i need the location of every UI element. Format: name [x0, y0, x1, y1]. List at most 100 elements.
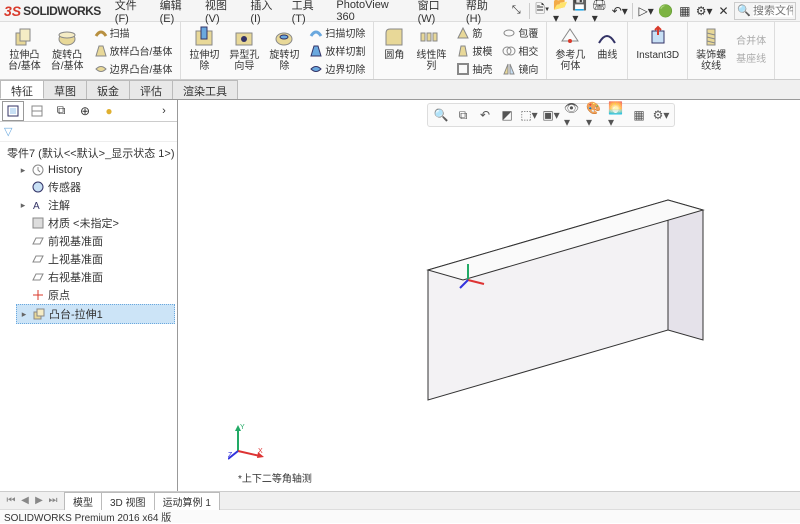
rib-icon — [456, 26, 470, 40]
expand-toggle[interactable]: ▸ — [18, 200, 28, 211]
settings-gear-icon[interactable]: ⚙▾ — [696, 2, 713, 20]
extrude-cut-button[interactable]: 拉伸切 除 — [187, 24, 221, 77]
fillet-icon — [382, 25, 406, 49]
new-doc-icon[interactable]: 🗎▾ — [534, 2, 551, 20]
rebuild-icon[interactable]: 🟢 — [657, 2, 674, 20]
curves-button[interactable]: 曲线 — [593, 24, 621, 73]
tab-evaluate[interactable]: 评估 — [129, 80, 173, 99]
fm-tab-render[interactable]: ● — [98, 101, 120, 121]
vp-section-icon[interactable]: ◩ — [498, 106, 516, 124]
fm-tab-config[interactable]: ⧉ — [50, 101, 72, 121]
fm-tab-tree[interactable] — [2, 101, 24, 121]
tab-nav-first-icon[interactable]: ⏮ — [4, 495, 18, 506]
close-icon[interactable]: ✕ — [715, 2, 732, 20]
vp-display-style-icon[interactable]: ▣▾ — [542, 106, 560, 124]
svg-text:Z: Z — [228, 452, 233, 459]
linear-pattern-icon — [419, 25, 443, 49]
vp-hide-show-icon[interactable]: 👁▾ — [564, 106, 582, 124]
svg-text:A: A — [33, 201, 40, 212]
tree-right-plane[interactable]: 右视基准面 — [16, 268, 175, 286]
tree-sensor[interactable]: 传感器 — [16, 178, 175, 196]
tab-feature[interactable]: 特征 — [0, 80, 44, 99]
tree-root-part[interactable]: 零件7 (默认<<默认>_显示状态 1>) — [2, 144, 175, 162]
search-box[interactable]: 🔍 — [734, 2, 796, 20]
btab-3dview[interactable]: 3D 视图 — [101, 492, 155, 510]
tab-nav-next-icon[interactable]: ▶ — [32, 495, 46, 506]
expand-toggle[interactable]: ▸ — [18, 165, 28, 176]
boundary-cut-button[interactable]: 边界切除 — [307, 60, 367, 77]
btab-motion[interactable]: 运动算例 1 — [154, 492, 220, 510]
vp-render-icon[interactable]: ▦ — [630, 106, 648, 124]
view-triad[interactable]: Y X Z — [228, 421, 268, 461]
tab-render[interactable]: 渲染工具 — [172, 80, 238, 99]
print-icon[interactable]: 🖨▾ — [592, 2, 609, 20]
property-tab-icon — [30, 104, 44, 118]
tab-sheetmetal[interactable]: 钣金 — [86, 80, 130, 99]
tab-nav-prev-icon[interactable]: ◀ — [18, 495, 32, 506]
revolve-boss-button[interactable]: 旋转凸 台/基体 — [49, 24, 86, 77]
draft-button[interactable]: 拔模 — [454, 42, 494, 59]
app-name: SOLIDWORKS — [23, 4, 101, 18]
combine-button: 合并体 — [734, 31, 768, 48]
vp-prev-view-icon[interactable]: ↶ — [476, 106, 494, 124]
sweep-cut-icon — [309, 26, 323, 40]
orientation-label: *上下二等角轴测 — [238, 470, 312, 485]
extrude-boss-button[interactable]: 拉伸凸 台/基体 — [6, 24, 43, 77]
linear-pattern-button[interactable]: 线性阵 列 — [414, 24, 448, 77]
tree-front-plane[interactable]: 前视基准面 — [16, 232, 175, 250]
mirror-button[interactable]: 镜向 — [500, 60, 540, 77]
tree-annotations[interactable]: ▸A注解 — [16, 196, 175, 214]
history-icon — [31, 163, 45, 177]
tree-extrude-feature[interactable]: ▸凸台-拉伸1 — [16, 304, 175, 324]
loft-cut-icon — [309, 44, 323, 58]
btab-model[interactable]: 模型 — [64, 492, 102, 510]
wrap-button[interactable]: 包覆 — [500, 24, 540, 41]
instant3d-button[interactable]: Instant3D — [634, 24, 681, 62]
tree-origin[interactable]: 原点 — [16, 286, 175, 304]
extrude-feat-icon — [32, 307, 46, 321]
save-icon[interactable]: 💾▾ — [572, 2, 589, 20]
vp-settings-icon[interactable]: ⚙▾ — [652, 106, 670, 124]
menu-photoview[interactable]: PhotoView 360 — [332, 0, 411, 25]
tree-material[interactable]: 材质 <未指定> — [16, 214, 175, 232]
hole-wizard-button[interactable]: 异型孔 向导 — [227, 24, 261, 77]
extrude-icon — [12, 25, 36, 49]
funnel-filter-icon[interactable]: ▽ — [4, 125, 12, 138]
intersect-button[interactable]: 相交 — [500, 42, 540, 59]
fm-tab-more[interactable]: › — [153, 101, 175, 121]
search-input[interactable] — [753, 5, 793, 17]
shell-button[interactable]: 抽壳 — [454, 60, 494, 77]
dimx-tab-icon: ⊕ — [80, 104, 90, 118]
tree-top-plane[interactable]: 上视基准面 — [16, 250, 175, 268]
plane-icon — [31, 234, 45, 248]
vp-appearance-icon[interactable]: 🎨▾ — [586, 106, 604, 124]
menu-pin-icon[interactable]: ⤡ — [508, 2, 525, 19]
sweep-button[interactable]: 扫描 — [92, 24, 175, 41]
revolve-cut-button[interactable]: 旋转切 除 — [267, 24, 301, 77]
ref-geometry-button[interactable]: 参考几 何体 — [553, 24, 587, 73]
vp-zoom-area-icon[interactable]: ⧉ — [454, 106, 472, 124]
tree-history[interactable]: ▸History — [16, 162, 175, 178]
expand-toggle[interactable]: ▸ — [19, 309, 29, 320]
undo-icon[interactable]: ↶▾ — [611, 2, 628, 20]
fillet-button[interactable]: 圆角 — [380, 24, 408, 77]
boundary-cut-icon — [309, 62, 323, 76]
vp-scene-icon[interactable]: 🌅▾ — [608, 106, 626, 124]
decorative-thread-button[interactable]: 装饰螺 纹线 — [694, 24, 728, 73]
boundary-button[interactable]: 边界凸台/基体 — [92, 60, 175, 77]
open-doc-icon[interactable]: 📂▾ — [553, 2, 570, 20]
fm-tab-dimx[interactable]: ⊕ — [74, 101, 96, 121]
loft-button[interactable]: 放样凸台/基体 — [92, 42, 175, 59]
vp-orientation-icon[interactable]: ⬚▾ — [520, 106, 538, 124]
loft-cut-button[interactable]: 放样切割 — [307, 42, 367, 59]
model-origin-marker — [458, 260, 488, 290]
graphics-viewport[interactable]: 🔍 ⧉ ↶ ◩ ⬚▾ ▣▾ 👁▾ 🎨▾ 🌅▾ ▦ ⚙▾ Y — [178, 100, 800, 491]
options-item-icon[interactable]: ▦ — [676, 2, 693, 20]
sweep-cut-button[interactable]: 扫描切除 — [307, 24, 367, 41]
vp-zoom-fit-icon[interactable]: 🔍 — [432, 106, 450, 124]
select-icon[interactable]: ▷▾ — [637, 2, 654, 20]
tab-nav-last-icon[interactable]: ⏭ — [46, 495, 60, 506]
tab-sketch[interactable]: 草图 — [43, 80, 87, 99]
fm-tab-property[interactable] — [26, 101, 48, 121]
rib-button[interactable]: 筋 — [454, 24, 494, 41]
